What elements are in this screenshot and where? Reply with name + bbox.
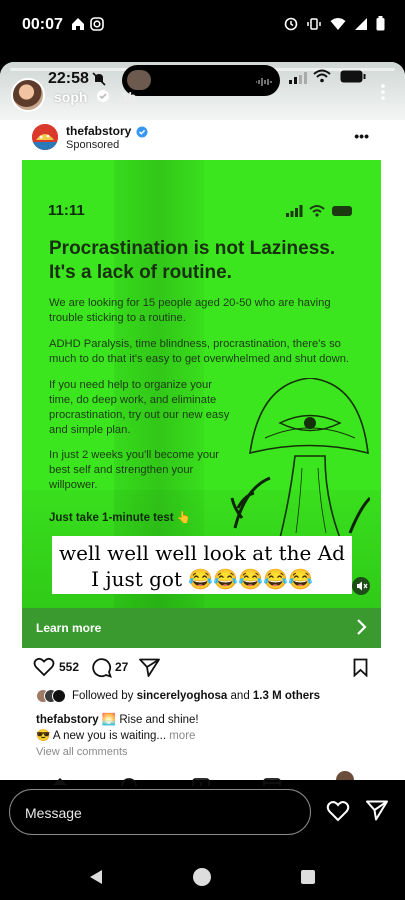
- story-more-icon[interactable]: [381, 84, 385, 100]
- message-placeholder: Message: [25, 805, 82, 821]
- inner-bottom-nav: [0, 770, 405, 787]
- ad-paragraph-1: We are looking for 15 people aged 20-50 …: [49, 296, 331, 326]
- caption-username[interactable]: thefabstory: [36, 714, 99, 726]
- followed-by-user[interactable]: sincerelyoghosa: [137, 690, 228, 702]
- chevron-right-icon: [355, 618, 367, 641]
- comment-icon[interactable]: [91, 657, 112, 683]
- overlay-caption-line-1: well well well look at the Ad: [59, 541, 345, 565]
- wifi-icon: [330, 17, 346, 36]
- signal-icon: [354, 17, 368, 36]
- sponsored-label: Sponsored: [66, 139, 120, 151]
- view-all-comments-link[interactable]: View all comments: [36, 746, 128, 758]
- caption-more-link[interactable]: more: [166, 730, 195, 742]
- inner-screenshot-time: 22:58: [48, 70, 89, 87]
- post-account-name[interactable]: thefabstory: [66, 124, 131, 138]
- battery-icon: [376, 16, 385, 36]
- comment-count[interactable]: 27: [115, 660, 128, 674]
- home-tab-icon: [52, 772, 68, 790]
- ad-text-line: ADHD Paralysis, time blindness, procrast…: [49, 338, 341, 350]
- story-username[interactable]: soph: [54, 89, 87, 105]
- inner-wifi-icon: [313, 69, 331, 88]
- ad-text-line: and simple plan.: [49, 424, 131, 436]
- like-heart-icon[interactable]: [33, 657, 55, 682]
- screen: 00:07 22:58 soph 1h thefabstory Sponsore…: [0, 0, 405, 900]
- story-avatar[interactable]: [11, 78, 45, 112]
- sync-icon: [284, 17, 298, 36]
- post-verified-icon: [136, 125, 148, 143]
- ad-text-line: In just 2 weeks you'll become your: [49, 449, 220, 461]
- ad-text-line: trouble sticking to a routine.: [49, 312, 186, 324]
- overlay-caption-line-2: I just got 😂😂😂😂😂: [91, 567, 313, 591]
- ad-paragraph-2: ADHD Paralysis, time blindness, procrast…: [49, 337, 349, 367]
- follower-avatars: [36, 689, 66, 703]
- ad-headline: Procrastination is not Laziness. It's a …: [49, 237, 359, 285]
- ad-paragraph-4: In just 2 weeks you'll become your best …: [49, 448, 219, 493]
- post-avatar[interactable]: [32, 124, 58, 150]
- system-status-bar: 00:07: [0, 0, 405, 52]
- instagram-icon: [90, 17, 104, 36]
- followed-by-mid: and: [227, 690, 253, 702]
- learn-more-label: Learn more: [36, 621, 102, 635]
- vibrate-icon: [306, 17, 322, 36]
- android-navigation-bar: [0, 850, 405, 900]
- verified-badge-icon: [96, 89, 110, 108]
- like-count[interactable]: 552: [59, 660, 79, 674]
- story-age: 1h: [122, 90, 137, 104]
- recents-icon[interactable]: [301, 870, 315, 884]
- home-nav-icon[interactable]: [193, 868, 211, 886]
- ad-text-line: We are looking for 15 people aged 20-50 …: [49, 297, 331, 309]
- story-send-icon[interactable]: [366, 800, 388, 826]
- ad-paragraph-3: If you need help to organize your time, …: [49, 378, 229, 438]
- home-icon: [70, 16, 86, 37]
- post-more-icon[interactable]: •••: [354, 128, 369, 144]
- learn-more-button[interactable]: Learn more: [22, 608, 381, 648]
- ad-cta-text: Just take 1-minute test 👆: [49, 512, 192, 524]
- ad-phone-status-icons: [286, 204, 356, 223]
- post-actions: 552 27: [33, 657, 373, 679]
- ad-headline-line-1: Procrastination is not Laziness.: [49, 238, 336, 259]
- mushroom-eye-illustration: [230, 378, 370, 538]
- followed-by-count[interactable]: 1.3 M others: [253, 690, 320, 702]
- inner-signal-icon: [289, 71, 309, 89]
- bookmark-icon[interactable]: [353, 658, 368, 682]
- ad-text-line: much to do that it's easy to get overwhe…: [49, 353, 350, 365]
- back-icon[interactable]: [88, 869, 104, 890]
- share-send-icon[interactable]: [139, 658, 160, 682]
- island-avatars: [127, 70, 151, 90]
- story-username-text: soph: [54, 89, 88, 105]
- ad-headline-line-2: It's a lack of routine.: [49, 262, 232, 283]
- system-time: 00:07: [22, 16, 63, 33]
- caption-text: 🌅 Rise and shine!: [98, 714, 199, 726]
- followed-by-prefix: Followed by: [72, 690, 137, 702]
- story-like-heart-icon[interactable]: [326, 800, 350, 827]
- mute-icon[interactable]: [352, 577, 370, 595]
- profile-tab-avatar: [336, 771, 354, 780]
- followed-by-line: Followed by sincerelyoghosa and 1.3 M ot…: [72, 690, 320, 702]
- post-caption: thefabstory 🌅 Rise and shine!: [36, 712, 199, 726]
- caption-text-2: 😎 A new you is waiting...: [36, 730, 167, 742]
- ad-text-line: procrastination, try out our new easy: [49, 409, 230, 421]
- inner-battery-icon: [340, 70, 366, 88]
- message-input[interactable]: Message: [9, 789, 311, 835]
- ad-text-line: If you need help to organize your: [49, 379, 212, 391]
- ad-text-line: best self and strengthen your: [49, 464, 194, 476]
- post-caption-line-2: 😎 A new you is waiting... more: [36, 728, 195, 742]
- ad-phone-time: 11:11: [48, 202, 85, 219]
- ad-text-line: time, do deep work, and eliminate: [49, 394, 217, 406]
- audio-wave-icon: [255, 74, 273, 92]
- story-text-overlay[interactable]: well well well look at the Ad I just got…: [52, 536, 352, 594]
- ad-text-line: willpower.: [49, 479, 98, 491]
